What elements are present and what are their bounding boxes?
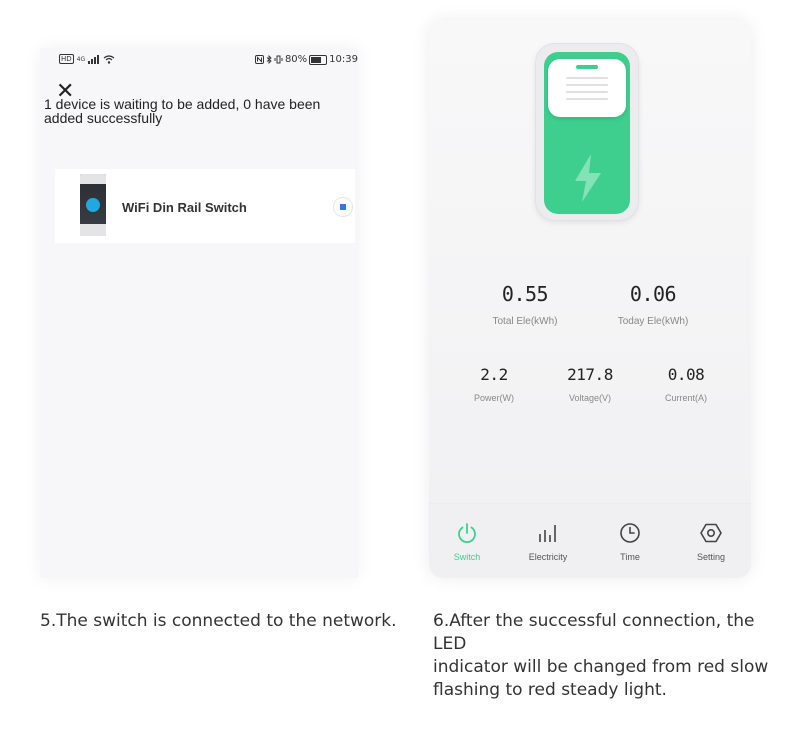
- bars-icon: [539, 525, 556, 542]
- nfc-icon: [254, 55, 264, 64]
- hd-badge: HD: [59, 54, 74, 64]
- stat-label: Power(W): [474, 393, 514, 403]
- hexagon-gear-icon: [700, 523, 722, 543]
- caption-line: 6.After the successful connection, the L…: [433, 611, 755, 654]
- battery-percent: 80%: [284, 54, 308, 65]
- left-phone-screen: HD 4G 80% 10:39 ✕ 1 device is waiting to…: [40, 48, 358, 578]
- caption-line: indicator will be changed from red slow: [433, 657, 769, 677]
- battery-icon: [309, 54, 328, 65]
- stat-total-ele: 0.55 Total Ele(kWh): [475, 282, 575, 327]
- nav-switch[interactable]: Switch: [432, 522, 502, 562]
- network-type: 4G: [76, 55, 86, 63]
- nav-label: Time: [620, 552, 640, 562]
- stat-label: Voltage(V): [568, 393, 612, 403]
- vibrate-icon: [274, 55, 283, 64]
- stat-value: 0.55: [501, 282, 549, 306]
- power-icon: [458, 523, 476, 544]
- device-illustration: [535, 43, 639, 221]
- nav-label: Setting: [696, 552, 726, 562]
- caption-line: flashing to red steady light.: [433, 680, 667, 700]
- stat-label: Total Ele(kWh): [492, 316, 558, 327]
- clock-time: 10:39: [329, 54, 358, 65]
- stat-label: Today Ele(kWh): [617, 316, 689, 327]
- nav-setting[interactable]: Setting: [676, 522, 746, 562]
- nav-label: Switch: [453, 552, 481, 562]
- signal-icon: [88, 54, 100, 64]
- nav-electricity[interactable]: Electricity: [513, 522, 583, 562]
- lightning-bolt-icon: [575, 154, 601, 202]
- device-card[interactable]: WiFi Din Rail Switch: [55, 169, 355, 243]
- caption-step-6: 6.After the successful connection, the L…: [433, 610, 790, 702]
- bluetooth-icon: [266, 55, 272, 64]
- nav-time[interactable]: Time: [595, 522, 665, 562]
- waiting-status-text: 1 device is waiting to be added, 0 have …: [44, 96, 321, 126]
- bottom-nav: Switch Electricity Time Setting: [429, 503, 751, 578]
- stat-value: 2.2: [480, 365, 508, 384]
- device-name: WiFi Din Rail Switch: [122, 200, 247, 215]
- stat-label: Current(A): [664, 393, 707, 403]
- stat-current: 0.08 Current(A): [651, 365, 721, 403]
- right-phone-screen: 0.55 Total Ele(kWh) 0.06 Today Ele(kWh) …: [429, 20, 751, 578]
- stat-today-ele: 0.06 Today Ele(kWh): [603, 282, 703, 327]
- clock-icon: [620, 523, 640, 543]
- din-rail-switch-image: [80, 174, 106, 236]
- device-added-status-icon: [333, 197, 353, 217]
- stat-value: 217.8: [567, 365, 613, 384]
- caption-step-5: 5.The switch is connected to the network…: [40, 611, 397, 631]
- stat-voltage: 217.8 Voltage(V): [555, 365, 625, 403]
- nav-label: Electricity: [528, 552, 568, 562]
- wifi-icon: [103, 54, 115, 64]
- stat-value: 0.08: [667, 365, 705, 384]
- stat-value: 0.06: [629, 282, 677, 306]
- led-indicator: [576, 65, 598, 69]
- status-bar: HD 4G 80% 10:39: [40, 48, 358, 72]
- stat-power: 2.2 Power(W): [459, 365, 529, 403]
